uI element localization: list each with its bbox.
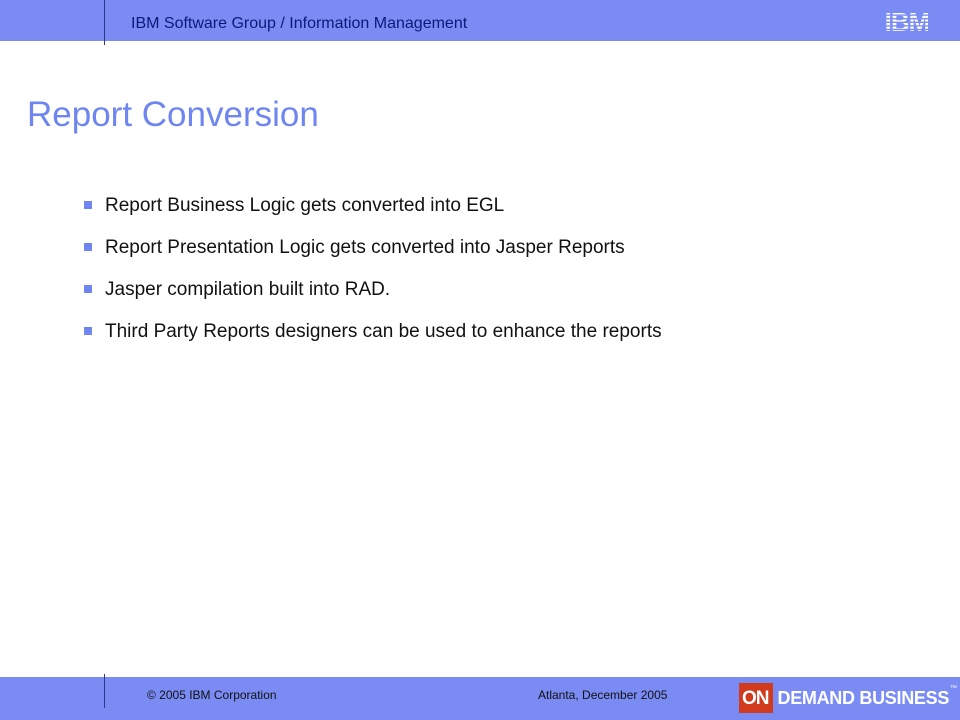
square-bullet-icon [84,327,92,335]
header-title: IBM Software Group / Information Managem… [131,15,468,32]
list-item: Third Party Reports designers can be use… [83,318,662,360]
header-bar: IBM Software Group / Information Managem… [0,0,960,41]
footer-divider [104,674,105,708]
logo-text: DEMAND BUSINESS [777,688,950,708]
ibm-logo-icon: IBM [886,7,928,35]
bullet-text: Jasper compilation built into RAD. [105,279,391,300]
footer-copyright: © 2005 IBM Corporation [147,688,277,702]
bullet-text: Third Party Reports designers can be use… [105,321,662,342]
bullet-text: Report Presentation Logic gets converted… [105,237,625,258]
list-item: Jasper compilation built into RAD. [83,276,662,318]
footer-event: Atlanta, December 2005 [538,688,668,702]
square-bullet-icon [84,201,92,209]
logo-trademark: ™ [950,685,958,692]
bullet-list: Report Business Logic gets converted int… [83,192,662,360]
svg-text:IBM: IBM [886,7,928,35]
square-bullet-icon [84,285,92,293]
list-item: Report Presentation Logic gets converted… [83,234,662,276]
slide-title: Report Conversion [27,95,319,134]
logo-on-box: ON [739,683,773,713]
header-divider [104,0,105,45]
list-item: Report Business Logic gets converted int… [83,192,662,234]
bullet-text: Report Business Logic gets converted int… [105,195,505,216]
square-bullet-icon [84,243,92,251]
on-demand-business-logo: ON DEMAND BUSINESS ™ [739,683,957,713]
